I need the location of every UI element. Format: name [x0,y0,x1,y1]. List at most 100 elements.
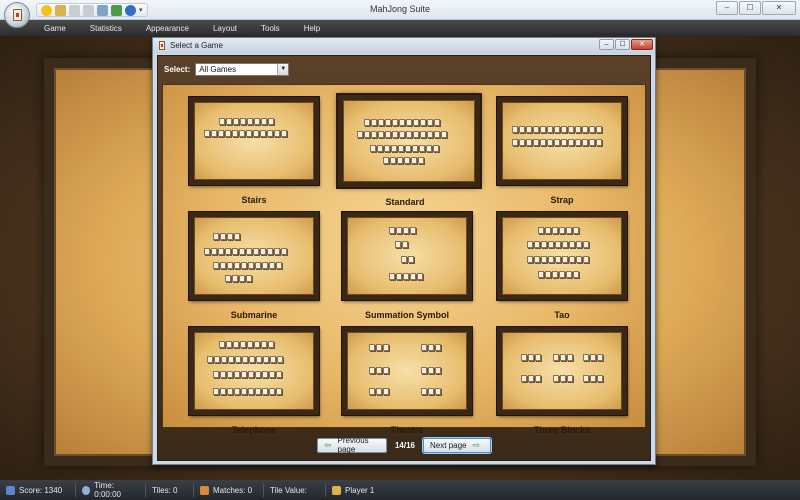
layout-preview [502,102,622,180]
tile-icon [232,129,239,137]
tile-icon [540,139,547,147]
menu-tools[interactable]: Tools [261,24,280,33]
tile-icon [267,248,274,256]
score-icon [6,485,15,495]
previous-page-button[interactable]: ⇦ Previous page [316,436,387,454]
tile-icon [261,371,268,378]
tile-icon [527,354,534,362]
tile-icon [568,256,575,263]
tile-icon [527,374,534,382]
tile-icon [526,240,533,248]
close-button[interactable]: ✕ [762,1,796,15]
game-card-telephone[interactable]: Telephone [187,327,321,435]
tile-icon [357,131,363,139]
tile-icon [268,262,275,270]
menu-statistics[interactable]: Statistics [90,24,122,33]
tile-icon [533,240,540,248]
game-card-submarine[interactable]: Submarine [187,212,321,320]
tile-icon [254,371,261,378]
tile-icon [597,354,604,362]
game-thumbnail[interactable] [497,212,627,300]
tile-icon [260,248,267,256]
game-card-three-blocks[interactable]: Three Blocks [495,327,629,435]
player-segment: Player 1 [326,483,406,497]
tile-icon [232,118,239,126]
tile-icon [426,145,432,152]
arrow-right-icon: ⇨ [472,439,481,450]
tile-icon [582,139,589,147]
tile-icon [417,272,424,280]
tile-icon [410,227,417,235]
game-thumbnail[interactable] [342,212,472,300]
tile-icon [225,129,232,137]
tile-icon [396,272,403,280]
game-thumbnail[interactable] [497,97,627,185]
tile-icon [377,145,383,152]
menu-layout[interactable]: Layout [213,24,237,33]
game-card-summation-symbol[interactable]: Summation Symbol [340,212,474,320]
game-filter-select[interactable]: All Games ▼ [195,62,290,76]
tile-icon [418,157,424,164]
tile-icon [261,262,268,270]
game-thumbnail[interactable] [189,327,319,415]
menu-appearance[interactable]: Appearance [146,24,189,33]
tile-icon [540,256,547,263]
game-thumbnail[interactable] [342,327,472,415]
tile-icon [369,344,376,352]
pagination: ⇦ Previous page 14/16 Next page ⇨ [162,434,646,456]
game-card-strap[interactable]: Strap [495,97,629,205]
next-page-button[interactable]: Next page ⇨ [423,437,492,453]
tile-icon [376,367,383,375]
app-menu-button[interactable] [4,2,30,28]
layout-preview [347,332,467,410]
player-icon [332,485,341,495]
game-thumbnail[interactable] [497,327,627,415]
tile-icon [426,118,433,126]
tile-icon [225,248,232,256]
next-page-label: Next page [430,440,467,450]
window-title: MahJong Suite [369,4,431,14]
game-thumbnail[interactable] [189,97,319,185]
tile-icon [421,344,428,352]
tile-icon [239,129,246,137]
tile-icon [419,118,426,126]
tile-icon [240,371,247,378]
minimize-button[interactable]: – [716,1,738,15]
tile-icon [275,262,282,270]
game-thumbnail[interactable] [338,95,480,187]
game-filter-value: All Games [199,64,237,74]
game-card-tao[interactable]: Tao [495,212,629,320]
menu-game[interactable]: Game [44,24,66,33]
tile-icon [245,275,252,282]
game-card-standard[interactable]: Standard [338,95,480,207]
tile-icon [275,387,282,395]
tile-icon [434,131,440,139]
tile-icon [401,256,408,263]
tile-icon [596,125,603,133]
game-card-theatre[interactable]: Theatre [340,327,474,435]
tile-icon [568,125,575,133]
tile-icon [219,233,226,241]
window-controls: – ☐ ✕ [716,1,796,15]
game-card-stairs[interactable]: Stairs [187,97,321,205]
tile-icon [412,145,418,152]
maximize-button[interactable]: ☐ [739,1,761,15]
tile-icon [413,131,419,139]
menu-help[interactable]: Help [304,24,320,33]
dialog-maximize-button[interactable]: ☐ [615,39,630,50]
tile-icon [561,125,568,133]
dialog-minimize-button[interactable]: – [599,39,614,50]
previous-page-label: Previous page [337,436,369,454]
tile-icon [435,344,442,352]
game-thumbnail[interactable] [189,212,319,300]
tile-icon [261,387,268,395]
chevron-down-icon[interactable]: ▼ [277,63,289,75]
dialog-close-button[interactable]: ✕ [631,39,653,50]
tile-icon [211,248,218,256]
tile-icon [254,262,261,270]
tile-icon [231,275,238,282]
layout-preview [347,217,467,295]
tile-icon [590,354,597,362]
clock-icon [82,485,91,495]
tile-icon [545,271,552,279]
